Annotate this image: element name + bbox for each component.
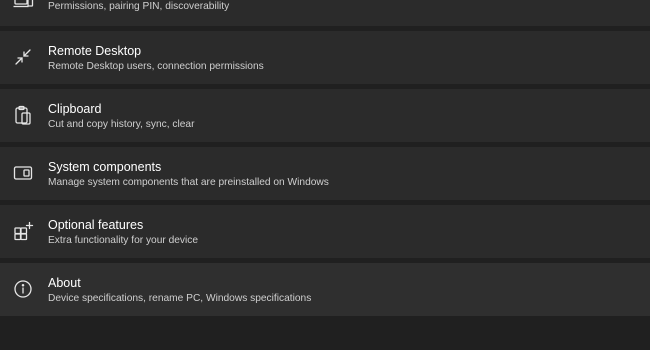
item-text: About Device specifications, rename PC, … bbox=[48, 276, 311, 305]
settings-item-clipboard[interactable]: Clipboard Cut and copy history, sync, cl… bbox=[0, 89, 650, 142]
laptop-phone-icon bbox=[12, 0, 34, 13]
item-title: System components bbox=[48, 160, 162, 174]
settings-item-remote-desktop[interactable]: Remote Desktop Remote Desktop users, con… bbox=[0, 31, 650, 84]
item-text: Clipboard Cut and copy history, sync, cl… bbox=[48, 102, 194, 131]
optional-features-icon bbox=[12, 220, 34, 242]
settings-page: Permissions, pairing PIN, discoverabilit… bbox=[0, 0, 650, 350]
item-description: Extra functionality for your device bbox=[48, 235, 199, 246]
item-title: Clipboard bbox=[48, 102, 102, 116]
item-title: Optional features bbox=[48, 218, 144, 232]
item-description: Manage system components that are preins… bbox=[48, 177, 329, 188]
settings-item-system-components[interactable]: System components Manage system componen… bbox=[0, 147, 650, 200]
info-icon bbox=[12, 278, 34, 300]
item-title: Remote Desktop bbox=[48, 44, 142, 58]
settings-item-nearby-sharing[interactable]: Permissions, pairing PIN, discoverabilit… bbox=[0, 0, 650, 26]
remote-desktop-icon bbox=[12, 46, 34, 68]
item-text: Permissions, pairing PIN, discoverabilit… bbox=[48, 0, 229, 13]
clipboard-icon bbox=[12, 104, 34, 126]
item-text: Remote Desktop Remote Desktop users, con… bbox=[48, 44, 264, 73]
settings-item-about[interactable]: About Device specifications, rename PC, … bbox=[0, 263, 650, 316]
item-description: Remote Desktop users, connection permiss… bbox=[48, 61, 264, 72]
system-components-icon bbox=[12, 162, 34, 184]
settings-item-optional-features[interactable]: Optional features Extra functionality fo… bbox=[0, 205, 650, 258]
item-text: Optional features Extra functionality fo… bbox=[48, 218, 198, 247]
item-description: Permissions, pairing PIN, discoverabilit… bbox=[48, 1, 230, 12]
item-description: Cut and copy history, sync, clear bbox=[48, 119, 195, 130]
item-title: About bbox=[48, 276, 81, 290]
item-description: Device specifications, rename PC, Window… bbox=[48, 293, 312, 304]
item-text: System components Manage system componen… bbox=[48, 160, 329, 189]
